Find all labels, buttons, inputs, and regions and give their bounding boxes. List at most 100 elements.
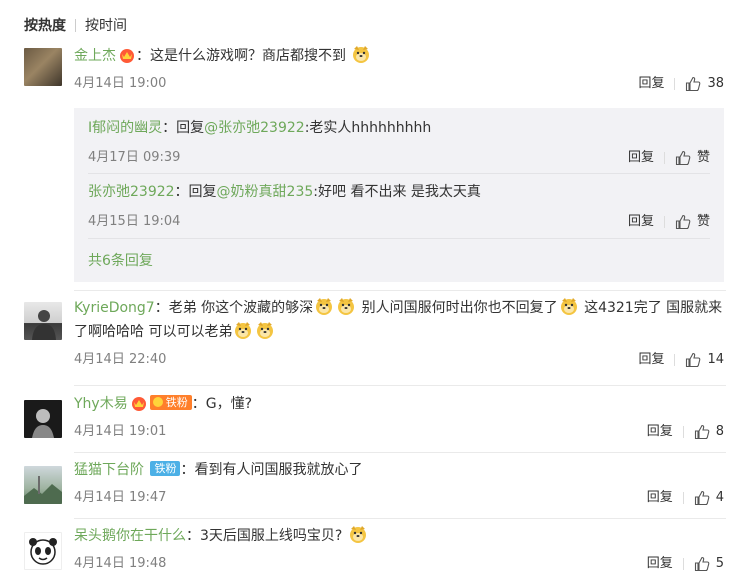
reply-button[interactable]: 回复 <box>647 488 673 508</box>
reply-time: 4月15日 19:04 <box>88 214 181 229</box>
action-divider <box>663 152 665 164</box>
doge-emoji-icon <box>353 46 370 63</box>
comment-content: 3天后国服上线吗宝贝? <box>200 528 343 544</box>
reply-button[interactable]: 回复 <box>647 554 673 574</box>
reply-actions: 回复 赞 <box>628 212 710 232</box>
comment-text: 呆头鹅你在干什么：3天后国服上线吗宝贝? <box>74 524 724 548</box>
sub-reply-text: I郁闷的幽灵：回复@张亦弛23922:老实人hhhhhhhhh <box>88 120 432 136</box>
username[interactable]: KyrieDong7 <box>74 300 155 316</box>
reply-prefix: 回复 <box>176 120 205 136</box>
username[interactable]: I郁闷的幽灵 <box>88 120 162 136</box>
thumbs-up-icon <box>686 76 701 92</box>
doge-emoji-icon <box>560 298 577 315</box>
reply-content: :好吧 看不出来 是我太天真 <box>313 184 481 200</box>
thumbs-up-icon <box>694 556 710 572</box>
like-button[interactable]: 8 <box>694 422 724 442</box>
thumbs-up-icon <box>675 150 691 166</box>
comment-time: 4月14日 19:01 <box>74 424 167 439</box>
reply-button[interactable]: 回复 <box>647 422 673 442</box>
sub-divider <box>88 173 710 174</box>
comment-actions: 回复 14 <box>638 350 724 370</box>
comment-text: 猛猫下台阶 铁粉 ：看到有人问国服我就放心了 <box>74 461 363 478</box>
comment-meta: 4月14日 19:00 回复 38 <box>74 74 724 94</box>
like-count: 8 <box>715 424 724 439</box>
comment-content: G，懂? <box>205 396 252 412</box>
reply-thread: I郁闷的幽灵：回复@张亦弛23922:老实人hhhhhhhhh 4月17日 09… <box>74 108 724 282</box>
comment-divider <box>74 385 726 386</box>
username[interactable]: 呆头鹅你在干什么 <box>74 528 186 544</box>
person-silhouette-icon <box>32 310 56 340</box>
avatar[interactable] <box>24 400 62 438</box>
comment-time: 4月14日 19:00 <box>74 76 167 91</box>
comment-text: Yhy木易 铁粉 ：G，懂? <box>74 395 252 412</box>
like-button[interactable]: 38 <box>685 74 724 94</box>
like-button[interactable]: 4 <box>694 488 724 508</box>
comment-content-part: 别人问国服何时出你也不回复了 <box>357 300 558 316</box>
reply-prefix: 回复 <box>188 184 217 200</box>
tab-divider <box>75 18 76 32</box>
sort-by-hot-tab[interactable]: 按热度 <box>24 15 66 35</box>
doge-emoji-icon <box>349 526 366 543</box>
like-button[interactable]: 5 <box>694 554 724 574</box>
sub-reply-meta: 4月15日 19:04 回复 赞 <box>88 212 710 232</box>
comment-meta: 4月14日 19:48 回复 5 <box>74 554 724 574</box>
comment-divider <box>74 290 726 291</box>
like-label: 赞 <box>696 150 710 165</box>
reply-button[interactable]: 回复 <box>638 74 664 94</box>
avatar[interactable] <box>24 302 62 340</box>
sub-reply-meta: 4月17日 09:39 回复 赞 <box>88 148 710 168</box>
comment-time: 4月14日 19:47 <box>74 490 167 505</box>
comment-actions: 回复 8 <box>647 422 724 442</box>
like-count: 4 <box>715 490 724 505</box>
comment-actions: 回复 38 <box>638 74 724 94</box>
comment-content: 这是什么游戏啊？商店都搜不到 <box>150 48 346 64</box>
sort-tabs: 按热度 按时间 <box>24 14 127 36</box>
action-divider <box>682 426 684 438</box>
vip-crown-icon <box>120 49 134 63</box>
comment-meta: 4月14日 22:40 回复 14 <box>74 350 724 370</box>
comment-time: 4月14日 22:40 <box>74 352 167 367</box>
doge-emoji-icon <box>338 298 355 315</box>
action-divider <box>674 78 676 90</box>
action-divider <box>682 492 684 504</box>
dark-portrait-icon <box>32 409 54 438</box>
like-count: 38 <box>707 76 724 91</box>
reply-actions: 回复 赞 <box>628 148 710 168</box>
reply-time: 4月17日 09:39 <box>88 150 181 165</box>
avatar[interactable] <box>24 466 62 504</box>
comment-text: KyrieDong7：老弟 你这个波藏的够深 别人问国服何时出你也不回复了 这4… <box>74 296 724 344</box>
mention-link[interactable]: @奶粉真甜235 <box>217 184 314 200</box>
avatar[interactable] <box>24 48 62 86</box>
comment-divider <box>74 452 726 453</box>
vip-crown-icon <box>131 397 146 411</box>
sub-reply-text: 张亦弛23922：回复@奶粉真甜235:好吧 看不出来 是我太天真 <box>88 184 481 200</box>
action-divider <box>663 216 665 228</box>
reply-button[interactable]: 回复 <box>638 350 664 370</box>
fan-badge: 铁粉 <box>149 395 192 410</box>
thumbs-up-icon <box>686 352 701 368</box>
username[interactable]: 猛猫下台阶 <box>74 462 144 478</box>
reply-button[interactable]: 回复 <box>628 212 654 232</box>
like-label: 赞 <box>696 214 710 229</box>
thumbs-up-icon <box>694 424 710 440</box>
mention-link[interactable]: @张亦弛23922 <box>204 120 305 136</box>
action-divider <box>682 558 684 570</box>
comment-time: 4月14日 19:48 <box>74 556 167 571</box>
doge-emoji-icon <box>316 298 333 315</box>
comment-divider <box>74 518 726 519</box>
like-button[interactable]: 赞 <box>675 212 710 232</box>
more-replies-link[interactable]: 共6条回复 <box>88 251 153 271</box>
like-button[interactable]: 赞 <box>675 148 710 168</box>
reply-button[interactable]: 回复 <box>628 148 654 168</box>
thumbs-up-icon <box>694 490 710 506</box>
action-divider <box>674 354 676 366</box>
avatar[interactable] <box>24 532 62 570</box>
username[interactable]: 张亦弛23922 <box>88 184 175 200</box>
username[interactable]: 金上杰 <box>74 48 116 64</box>
username[interactable]: Yhy木易 <box>74 396 128 412</box>
comment-actions: 回复 4 <box>647 488 724 508</box>
like-count: 14 <box>707 352 724 367</box>
sort-by-time-tab[interactable]: 按时间 <box>85 15 127 35</box>
comment-content: 看到有人问国服我就放心了 <box>194 462 363 478</box>
like-button[interactable]: 14 <box>685 350 724 370</box>
